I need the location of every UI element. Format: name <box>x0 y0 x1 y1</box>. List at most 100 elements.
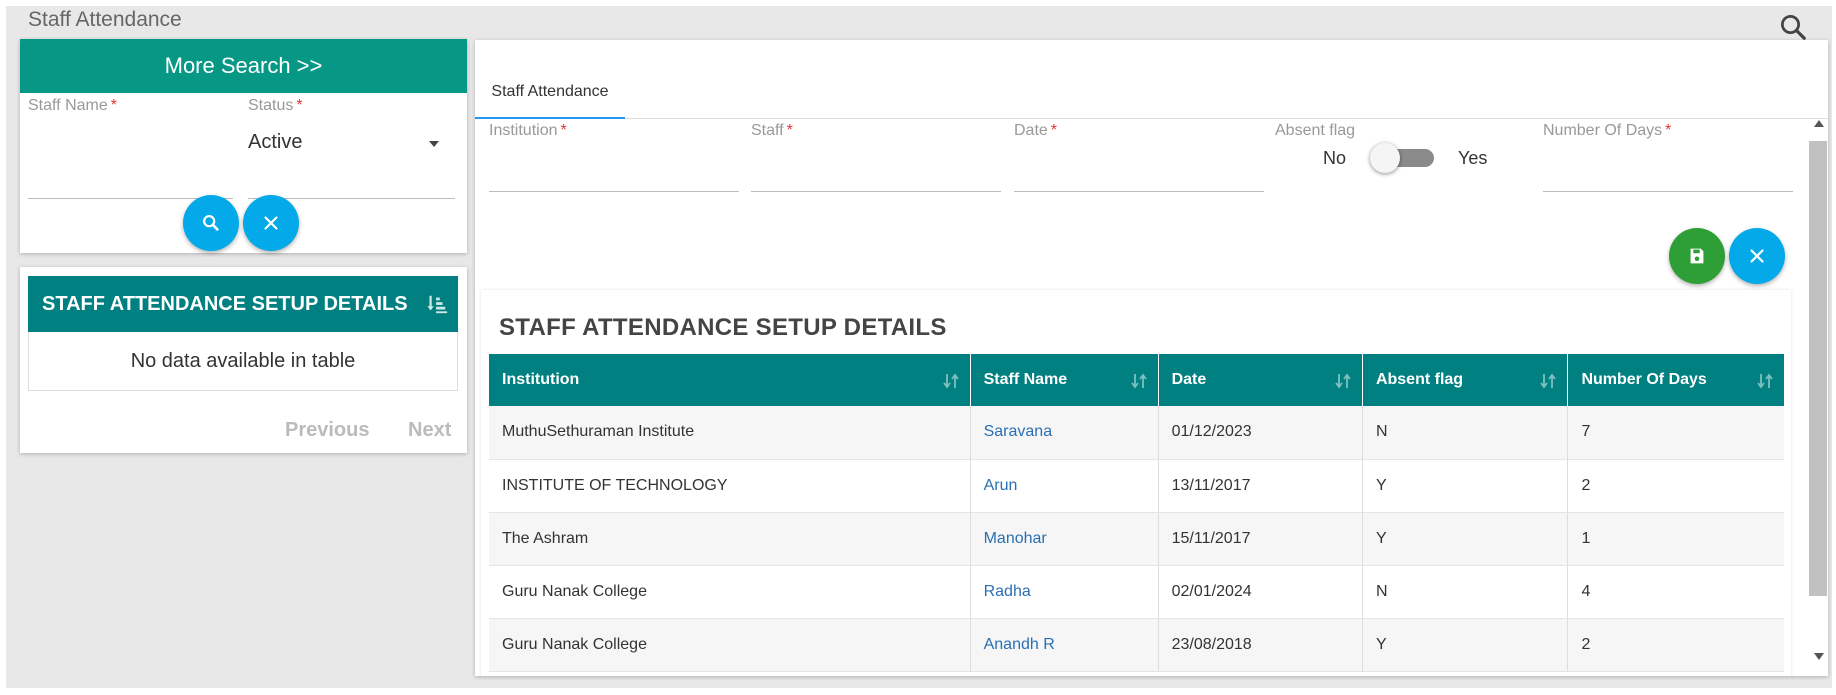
required-mark: * <box>1665 122 1672 139</box>
list-header[interactable]: STAFF ATTENDANCE SETUP DETAILS <box>28 276 458 332</box>
cell-absent-flag: N <box>1362 406 1569 460</box>
toggle-knob[interactable] <box>1370 143 1401 173</box>
column-header-institution[interactable]: Institution <box>489 354 971 406</box>
status-select[interactable]: Status * Active <box>248 97 455 199</box>
required-mark: * <box>560 122 567 139</box>
cell-staff-name-link[interactable]: Arun <box>970 459 1159 513</box>
toggle-yes-label: Yes <box>1458 147 1488 168</box>
table-header-row: Institution Staff Name Date Absent flag … <box>489 354 1784 406</box>
number-of-days-underline <box>1543 191 1793 192</box>
close-icon <box>1750 249 1764 263</box>
status-value: Active <box>248 131 303 153</box>
save-icon <box>1690 248 1704 264</box>
search-card: More Search >> Staff Name * Status * Activ… <box>20 39 467 253</box>
cell-date: 15/11/2017 <box>1158 512 1363 566</box>
table-row[interactable]: INSTITUTE OF TECHNOLOGY Arun 13/11/2017 … <box>489 459 1784 513</box>
search-icon <box>203 215 219 231</box>
cell-date: 23/08/2018 <box>1158 618 1363 672</box>
scroll-down-arrow[interactable] <box>1814 653 1824 660</box>
sort-ascending-icon[interactable] <box>426 293 448 315</box>
more-search-button[interactable]: More Search >> <box>20 39 467 93</box>
absent-flag-toggle[interactable] <box>1370 143 1436 173</box>
list-card: STAFF ATTENDANCE SETUP DETAILS No data a… <box>20 267 467 453</box>
column-header-staff-name[interactable]: Staff Name <box>970 354 1159 406</box>
cell-staff-name-link[interactable]: Radha <box>970 565 1159 619</box>
cell-staff-name-link[interactable]: Manohar <box>970 512 1159 566</box>
cell-absent-flag: Y <box>1362 512 1569 566</box>
staff-label: Staff * <box>751 122 793 139</box>
cell-institution: The Ashram <box>489 512 971 566</box>
details-table: Institution Staff Name Date Absent flag … <box>489 354 1784 672</box>
table-row[interactable]: Guru Nanak College Radha 02/01/2024 N 4 <box>489 565 1784 619</box>
cell-absent-flag: N <box>1362 565 1569 619</box>
page-title: Staff Attendance <box>28 8 182 31</box>
table-row[interactable]: MuthuSethuraman Institute Saravana 01/12… <box>489 406 1784 460</box>
status-label: Status * <box>248 97 303 114</box>
cell-number-of-days: 2 <box>1567 618 1784 672</box>
column-header-number-of-days[interactable]: Number Of Days <box>1567 354 1784 406</box>
sort-icon <box>1757 373 1773 389</box>
close-icon <box>264 216 278 230</box>
absent-flag-toggle-group: No Yes <box>1323 143 1488 173</box>
sort-icon <box>1540 373 1557 389</box>
cell-staff-name-link[interactable]: Saravana <box>970 406 1159 460</box>
absent-flag-field: Absent flag No Yes <box>1275 122 1495 192</box>
cancel-button[interactable] <box>1729 228 1785 284</box>
required-mark: * <box>786 122 793 139</box>
cell-institution: Guru Nanak College <box>489 565 971 619</box>
required-mark: * <box>1050 122 1058 139</box>
column-header-absent-flag[interactable]: Absent flag <box>1362 354 1569 406</box>
institution-underline <box>489 191 739 192</box>
staff-name-label: Staff Name * <box>28 97 117 114</box>
empty-table-message: No data available in table <box>28 332 458 391</box>
cell-institution: Guru Nanak College <box>489 618 971 672</box>
cell-number-of-days: 1 <box>1567 512 1784 566</box>
tab-bar: Staff Attendance <box>475 40 1828 119</box>
table-row[interactable]: The Ashram Manohar 15/11/2017 Y 1 <box>489 512 1784 566</box>
number-of-days-field[interactable]: Number Of Days * <box>1543 122 1793 192</box>
staff-field[interactable]: Staff * <box>751 122 1001 192</box>
cell-date: 02/01/2024 <box>1158 565 1363 619</box>
table-row[interactable]: Guru Nanak College Anandh R 23/08/2018 Y… <box>489 618 1784 672</box>
required-mark: * <box>296 97 303 114</box>
cell-date: 01/12/2023 <box>1158 406 1363 460</box>
date-underline <box>1014 191 1264 192</box>
staff-underline <box>751 191 1001 192</box>
scroll-up-arrow[interactable] <box>1814 120 1824 127</box>
chevron-down-icon[interactable] <box>429 141 439 147</box>
cell-number-of-days: 4 <box>1567 565 1784 619</box>
save-button[interactable] <box>1669 228 1725 284</box>
cell-number-of-days: 7 <box>1567 406 1784 460</box>
main-panel: Staff Attendance Institution * Staff * Dat… <box>475 40 1828 676</box>
cell-number-of-days: 2 <box>1567 459 1784 513</box>
tab-staff-attendance[interactable]: Staff Attendance <box>475 40 625 119</box>
number-of-days-label: Number Of Days * <box>1543 122 1672 139</box>
previous-page-button[interactable]: Previous <box>285 419 369 442</box>
toggle-no-label: No <box>1323 147 1347 168</box>
list-title: STAFF ATTENDANCE SETUP DETAILS <box>42 292 408 315</box>
absent-flag-label: Absent flag <box>1275 122 1356 139</box>
cell-institution: INSTITUTE OF TECHNOLOGY <box>489 459 971 513</box>
cell-institution: MuthuSethuraman Institute <box>489 406 971 460</box>
vertical-scrollbar-thumb[interactable] <box>1809 141 1827 596</box>
search-button[interactable] <box>183 195 239 251</box>
cell-absent-flag: Y <box>1362 459 1569 513</box>
top-search-icon[interactable] <box>1778 12 1808 42</box>
staff-name-field[interactable]: Staff Name * <box>28 97 233 199</box>
sort-icon <box>942 373 959 389</box>
details-title: STAFF ATTENDANCE SETUP DETAILS <box>499 314 947 341</box>
institution-label: Institution * <box>489 122 567 139</box>
cell-staff-name-link[interactable]: Anandh R <box>970 618 1159 672</box>
date-label: Date * <box>1014 122 1058 139</box>
institution-field[interactable]: Institution * <box>489 122 739 192</box>
required-mark: * <box>110 97 117 114</box>
sort-icon <box>1335 373 1351 389</box>
cell-date: 13/11/2017 <box>1158 459 1363 513</box>
next-page-button[interactable]: Next <box>408 419 451 442</box>
sort-icon <box>1130 373 1147 389</box>
clear-search-button[interactable] <box>243 195 299 251</box>
cell-absent-flag: Y <box>1362 618 1569 672</box>
date-field[interactable]: Date * <box>1014 122 1264 192</box>
column-header-date[interactable]: Date <box>1158 354 1363 406</box>
app-root: Staff Attendance More Search >> Staff Na… <box>6 6 1832 688</box>
